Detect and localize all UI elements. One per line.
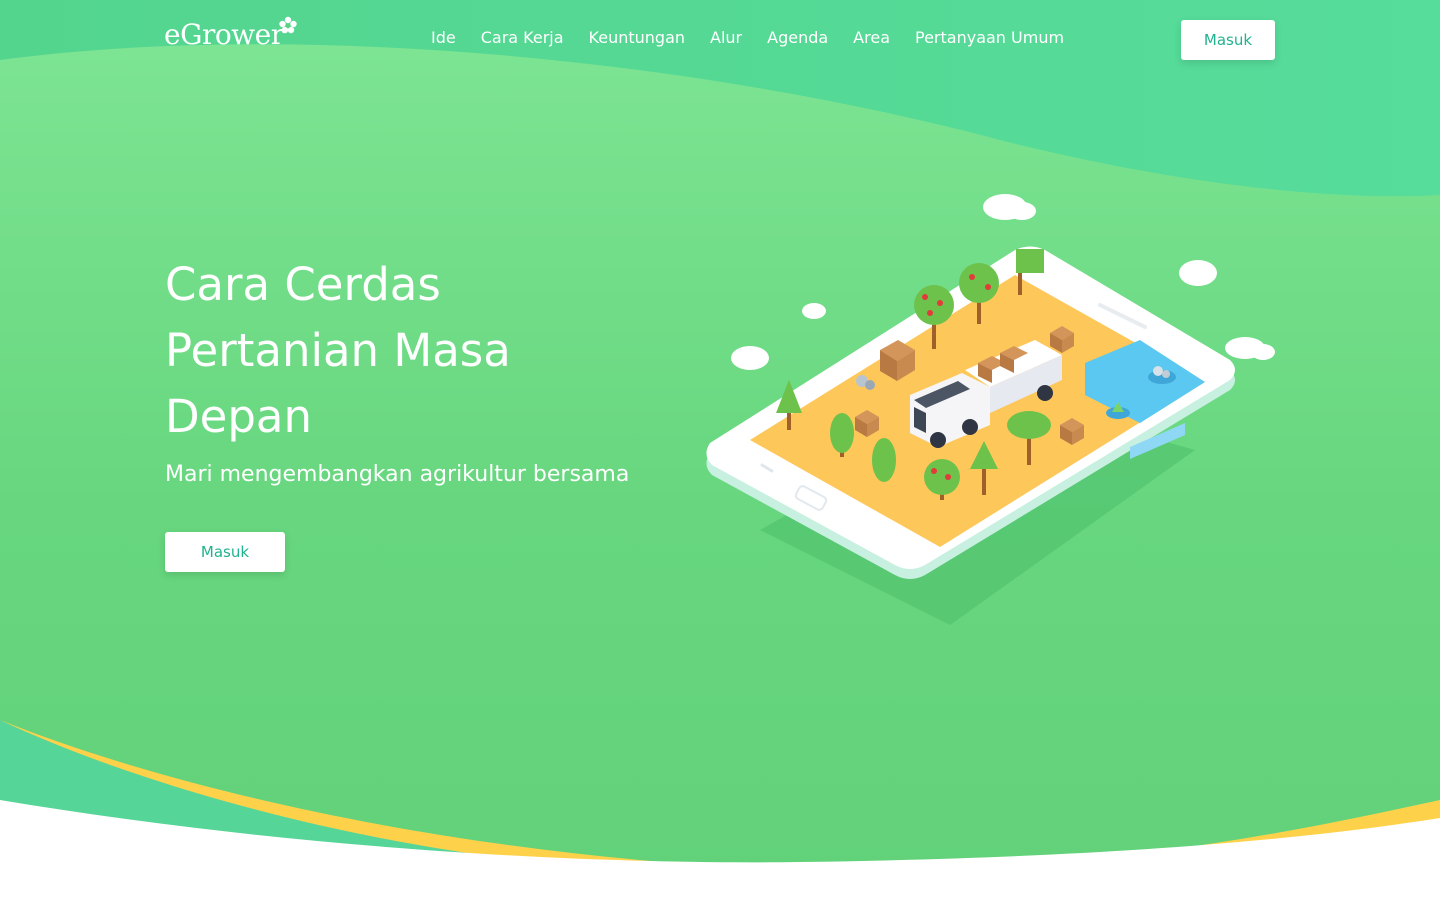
hero-title-line-2: Pertanian Masa (165, 324, 511, 377)
nav-link-ide[interactable]: Ide (431, 28, 456, 47)
hero-title: Cara Cerdas Pertanian Masa Depan (165, 252, 685, 450)
brand-logo[interactable]: eGrower (164, 16, 298, 51)
hero-title-line-1: Cara Cerdas (165, 258, 441, 311)
nav-link-agenda[interactable]: Agenda (767, 28, 828, 47)
nav-login-button[interactable]: Masuk (1181, 20, 1275, 60)
flower-icon (278, 16, 297, 34)
nav-link-alur[interactable]: Alur (710, 28, 742, 47)
smart-farm-phone-illustration (706, 194, 1275, 625)
hero-title-line-3: Depan (165, 390, 312, 443)
nav-link-cara-kerja[interactable]: Cara Kerja (481, 28, 564, 47)
hero-login-button[interactable]: Masuk (165, 532, 285, 572)
main-nav: Ide Cara Kerja Keuntungan Alur Agenda Ar… (431, 28, 1089, 47)
hero-subtitle: Mari mengembangkan agrikultur bersama (165, 462, 630, 487)
brand-name: eGrower (164, 18, 284, 51)
nav-link-area[interactable]: Area (853, 28, 890, 47)
navbar: eGrower Ide Cara Kerja Keuntungan Alur A… (0, 0, 1440, 80)
nav-link-pertanyaan-umum[interactable]: Pertanyaan Umum (915, 28, 1064, 47)
nav-link-keuntungan[interactable]: Keuntungan (589, 28, 685, 47)
